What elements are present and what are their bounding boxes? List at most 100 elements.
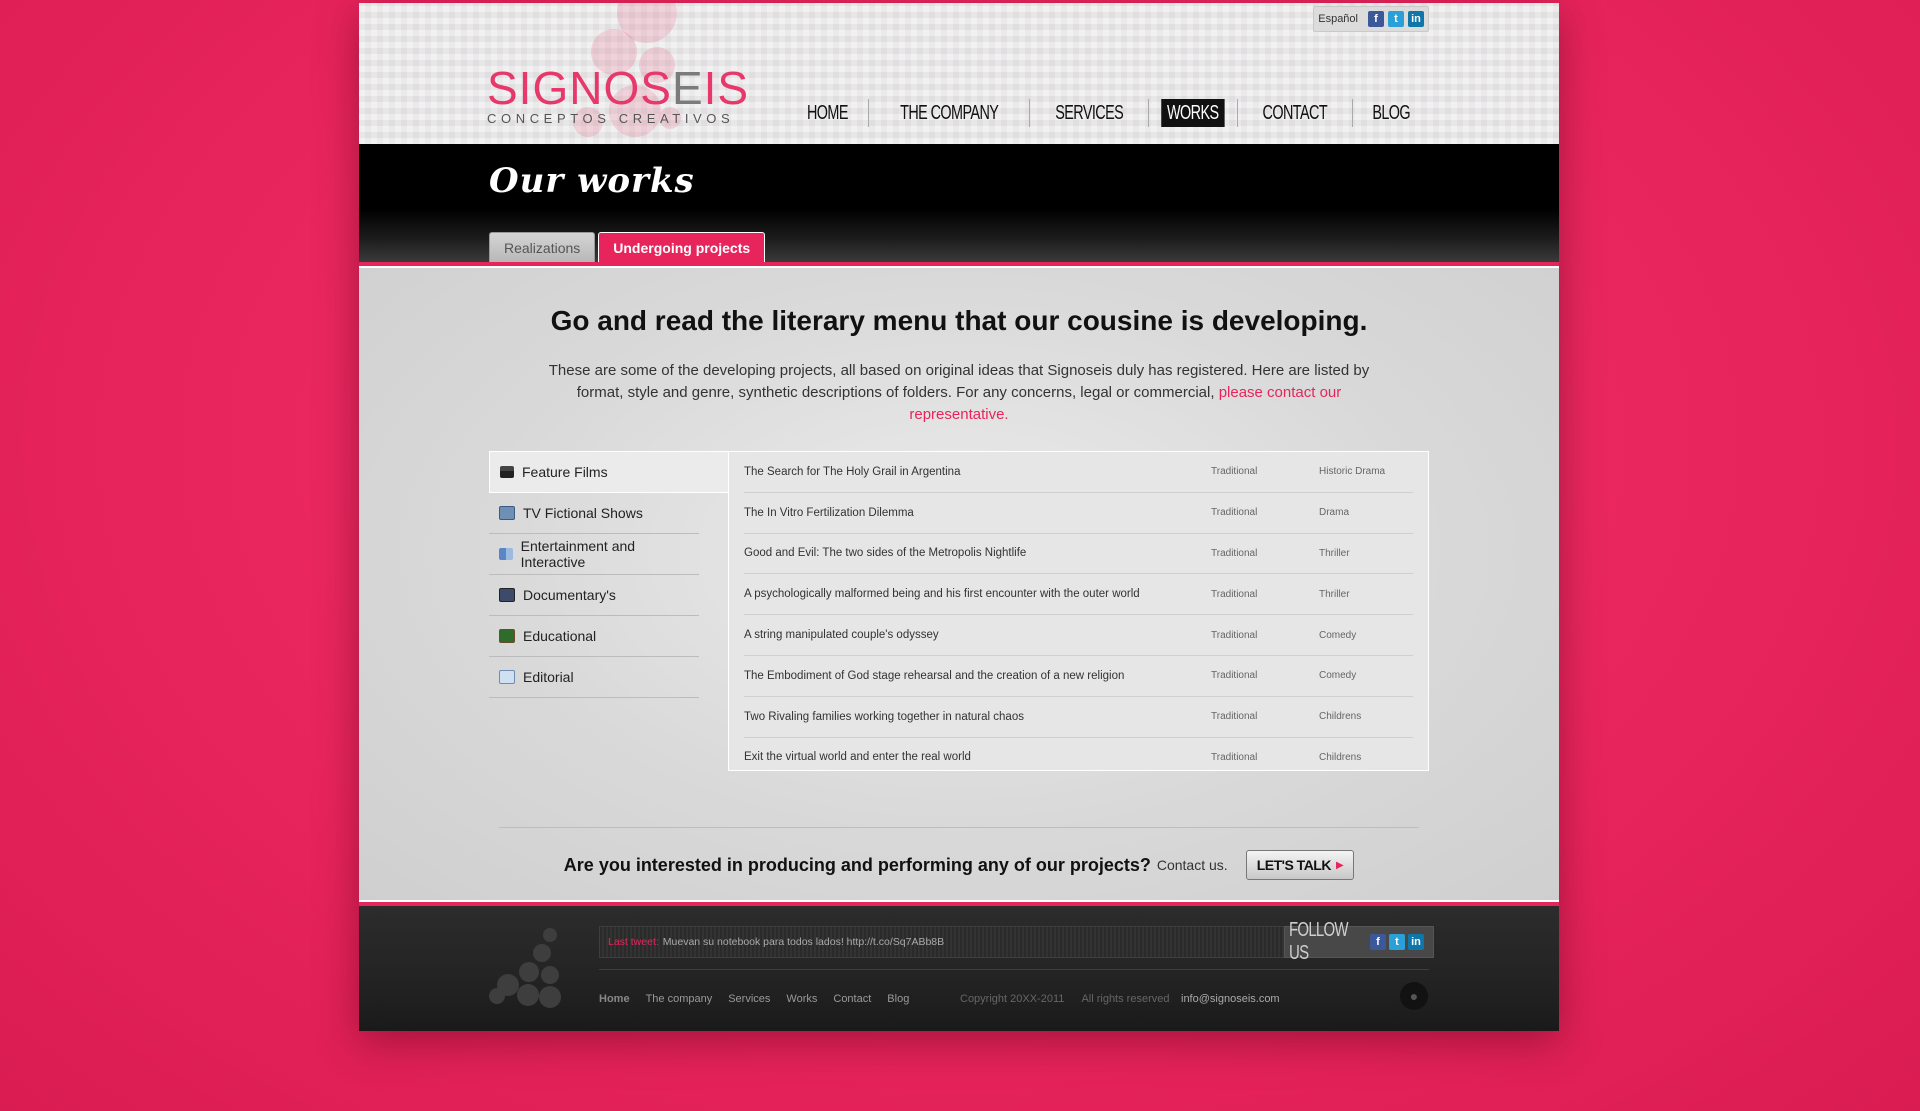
facebook-icon[interactable]: f xyxy=(1368,11,1384,27)
project-title: A string manipulated couple's odyssey xyxy=(744,629,939,642)
project-title: Good and Evil: The two sides of the Metr… xyxy=(744,547,1027,560)
footer-nav-home[interactable]: Home xyxy=(599,993,630,1005)
footer: Last tweet: Muevan su notebook para todo… xyxy=(359,906,1559,1031)
language-link[interactable]: Español xyxy=(1318,13,1358,25)
rights-text: All rights reserved xyxy=(1081,993,1170,1005)
nav-divider xyxy=(1237,99,1239,127)
category-documentarys[interactable]: Documentary's xyxy=(489,575,699,616)
documentary-icon xyxy=(499,588,515,602)
cta-contact-link[interactable]: Contact us. xyxy=(1157,857,1228,873)
nav-divider xyxy=(1351,99,1353,127)
project-title: The In Vitro Fertilization Dilemma xyxy=(744,506,914,519)
project-row[interactable]: Two Rivaling families working together i… xyxy=(744,697,1413,738)
project-format: Traditional xyxy=(1211,670,1258,682)
footer-nav-works[interactable]: Works xyxy=(786,993,817,1005)
project-genre: Childrens xyxy=(1319,711,1362,723)
project-format: Traditional xyxy=(1211,588,1258,600)
footer-nav: Home The company Services Works Contact … xyxy=(599,993,909,1005)
project-genre: Comedy xyxy=(1319,629,1357,641)
footer-divider xyxy=(599,969,1429,970)
project-genre: Thriller xyxy=(1319,588,1350,600)
map-pin-icon[interactable]: ● xyxy=(1400,982,1428,1010)
nav-blog[interactable]: BLOG xyxy=(1363,99,1418,127)
category-label: Entertainment and Interactive xyxy=(520,538,636,570)
project-genre: Historic Drama xyxy=(1319,466,1386,478)
category-editorial[interactable]: Editorial xyxy=(489,657,699,698)
headline: Go and read the literary menu that our c… xyxy=(550,305,1368,336)
category-entertainment-interactive[interactable]: Entertainment and Interactive xyxy=(489,534,699,575)
chalkboard-icon xyxy=(499,629,515,643)
category-feature-films[interactable]: Feature Films xyxy=(489,451,729,493)
twitter-icon[interactable]: t xyxy=(1388,11,1404,27)
lets-talk-label: LET'S TALK xyxy=(1256,857,1332,873)
nav-contact[interactable]: CONTACT xyxy=(1254,99,1336,127)
header: SIGNOSEIS CONCEPTOS CREATIVOS Español f … xyxy=(359,3,1559,144)
lets-talk-button[interactable]: LET'S TALK ▶ xyxy=(1245,850,1355,880)
book-icon xyxy=(499,670,515,684)
facebook-icon[interactable]: f xyxy=(1370,934,1386,950)
project-genre: Comedy xyxy=(1319,670,1357,682)
project-format: Traditional xyxy=(1211,751,1258,763)
project-genre: Thriller xyxy=(1319,547,1350,559)
clapperboard-icon xyxy=(500,466,514,478)
project-row[interactable]: The In Vitro Fertilization Dilemma Tradit… xyxy=(744,493,1413,534)
category-list: Feature Films TV Fictional Shows Enterta… xyxy=(489,451,729,698)
project-row[interactable]: Good and Evil: The two sides of the Metr… xyxy=(744,534,1413,575)
top-utility-bar: Español f t in xyxy=(1313,6,1429,32)
category-educational[interactable]: Educational xyxy=(489,616,699,657)
linkedin-icon[interactable]: in xyxy=(1408,11,1424,27)
project-title: Two Rivaling families working together i… xyxy=(744,710,1024,723)
footer-nav-contact[interactable]: Contact xyxy=(833,993,871,1005)
main-content: Go and read the literary menu that our c… xyxy=(359,268,1559,900)
project-format: Traditional xyxy=(1211,711,1258,723)
nav-services[interactable]: SERVICES xyxy=(1047,99,1132,127)
tab-realizations[interactable]: Realizations xyxy=(489,232,596,262)
category-label: Feature Films xyxy=(522,464,608,480)
last-tweet-bar: Last tweet: Muevan su notebook para todo… xyxy=(599,926,1297,958)
project-row[interactable]: Exit the virtual world and enter the rea… xyxy=(744,738,1413,778)
page: SIGNOSEIS CONCEPTOS CREATIVOS Español f … xyxy=(359,3,1559,1031)
nav-works[interactable]: WORKS xyxy=(1161,99,1225,127)
last-tweet-label: Last tweet: xyxy=(608,936,659,948)
category-label: TV Fictional Shows xyxy=(523,505,643,521)
footer-email-link[interactable]: info@signoseis.com xyxy=(1181,993,1280,1005)
section-divider xyxy=(499,827,1419,828)
project-row[interactable]: A psychologically malformed being and hi… xyxy=(744,574,1413,616)
tab-undergoing-projects[interactable]: Undergoing projects xyxy=(598,232,766,262)
logo-tagline: CONCEPTOS CREATIVOS xyxy=(487,111,735,126)
intro-text: These are some of the developing project… xyxy=(529,360,1389,426)
footer-nav-blog[interactable]: Blog xyxy=(887,993,909,1005)
project-format: Traditional xyxy=(1211,466,1258,478)
nav-divider xyxy=(867,99,869,127)
nav-divider xyxy=(1029,99,1031,127)
title-band: Our works Realizations Undergoing projec… xyxy=(359,144,1559,262)
nav-divider xyxy=(1148,99,1150,127)
footer-nav-services[interactable]: Services xyxy=(728,993,770,1005)
project-format: Traditional xyxy=(1211,629,1258,641)
category-tv-fictional-shows[interactable]: TV Fictional Shows xyxy=(489,493,699,534)
project-title: The Search for The Holy Grail in Argenti… xyxy=(744,465,961,478)
follow-us-label: FOLLOW US xyxy=(1289,919,1349,964)
logo[interactable]: SIGNOSEIS CONCEPTOS CREATIVOS xyxy=(487,65,749,126)
copyright-text: Copyright 20XX-2011 xyxy=(960,993,1065,1005)
follow-us-box: FOLLOW US f t in xyxy=(1284,919,1434,964)
project-format: Traditional xyxy=(1211,547,1258,559)
project-title: The Embodiment of God stage rehearsal an… xyxy=(744,669,1125,682)
nav-home[interactable]: HOME xyxy=(798,99,856,127)
project-title: Exit the virtual world and enter the rea… xyxy=(744,751,971,764)
copyright: Copyright 20XX-2011 All rights reserved xyxy=(960,993,1169,1005)
linkedin-icon[interactable]: in xyxy=(1408,934,1424,950)
logo-wordmark: SIGNOSEIS xyxy=(487,62,750,114)
footer-nav-the-company[interactable]: The company xyxy=(646,993,713,1005)
call-to-action: Are you interested in producing and perf… xyxy=(359,850,1559,880)
nav-the-company[interactable]: THE COMPANY xyxy=(891,99,1006,127)
main-nav: HOME THE COMPANY SERVICES WORKS CONTACT … xyxy=(787,99,1429,127)
project-row[interactable]: The Embodiment of God stage rehearsal an… xyxy=(744,656,1413,697)
footer-logo-icon xyxy=(489,928,569,1008)
interactive-icon xyxy=(499,548,513,560)
project-row[interactable]: The Search for The Holy Grail in Argenti… xyxy=(744,452,1413,493)
last-tweet-text[interactable]: Muevan su notebook para todos lados! htt… xyxy=(663,936,944,948)
project-format: Traditional xyxy=(1211,507,1258,519)
project-row[interactable]: A string manipulated couple's odyssey Tra… xyxy=(744,615,1413,656)
twitter-icon[interactable]: t xyxy=(1389,934,1405,950)
